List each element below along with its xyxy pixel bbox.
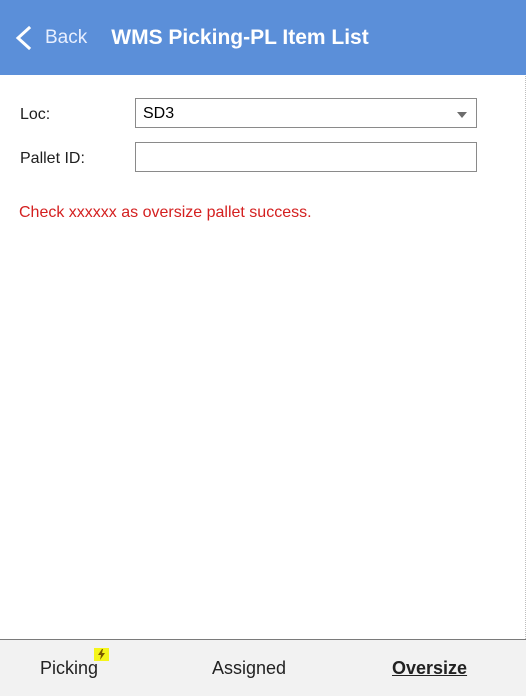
chevron-down-icon	[457, 112, 467, 118]
loc-select-value: SD3	[143, 105, 175, 122]
lightning-icon	[94, 648, 109, 661]
tab-assigned[interactable]: Assigned	[212, 658, 286, 679]
app-frame: Back WMS Picking-PL Item List Loc: SD3 P…	[0, 0, 526, 696]
header-bar: Back WMS Picking-PL Item List	[0, 0, 526, 75]
page-title: WMS Picking-PL Item List	[111, 25, 369, 49]
tab-picking[interactable]: Picking	[40, 658, 98, 679]
pallet-id-label: Pallet ID:	[20, 150, 85, 167]
status-message: Check xxxxxx as oversize pallet success.	[19, 204, 312, 221]
loc-select[interactable]: SD3	[135, 98, 477, 128]
loc-row: Loc: SD3	[0, 98, 526, 130]
chevron-left-icon	[13, 25, 35, 50]
tab-oversize[interactable]: Oversize	[392, 658, 467, 679]
loc-label: Loc:	[20, 106, 51, 123]
pallet-row: Pallet ID:	[0, 142, 526, 174]
back-label: Back	[45, 26, 88, 48]
footer-tab-bar: Picking Assigned Oversize	[0, 639, 526, 696]
pallet-id-input[interactable]	[135, 142, 477, 172]
back-button[interactable]: Back	[13, 25, 88, 50]
